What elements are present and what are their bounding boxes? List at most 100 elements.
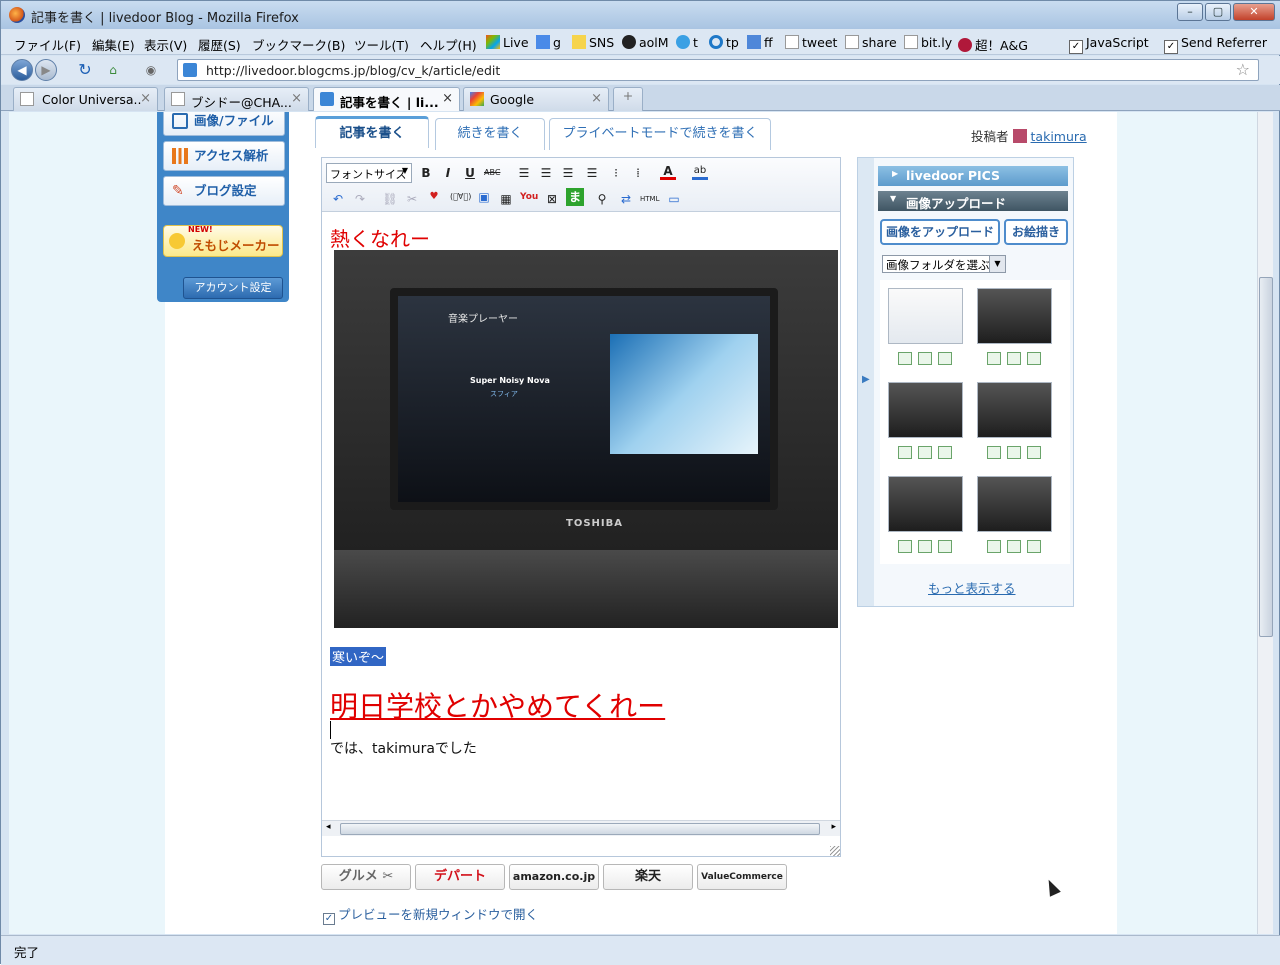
sidebar-item-settings[interactable]: ✎ ブログ設定 <box>163 176 285 206</box>
new-tab-button[interactable]: + <box>613 87 643 111</box>
bold-button[interactable]: B <box>418 164 434 182</box>
valuecommerce-button[interactable]: ValueCommerce <box>697 864 787 890</box>
search-icon[interactable]: ⚲ <box>594 190 610 208</box>
scroll-thumb[interactable] <box>340 823 820 835</box>
bookmark-tp[interactable]: tp <box>709 35 739 50</box>
menu-view[interactable]: 表示(V) <box>144 35 187 54</box>
back-button[interactable]: ◀ <box>11 59 33 81</box>
bookmark-sns[interactable]: SNS <box>572 35 614 50</box>
page-scrollbar[interactable] <box>1257 112 1273 934</box>
bookmark-ag[interactable]: 超！A&G <box>958 35 1028 54</box>
html-icon[interactable]: HTML <box>640 190 659 208</box>
insert-icon[interactable] <box>987 352 1001 365</box>
thumbnail-image[interactable] <box>977 476 1052 532</box>
draw-button[interactable]: お絵描き <box>1004 219 1068 245</box>
account-settings-button[interactable]: アカウント設定 <box>183 277 283 299</box>
menu-file[interactable]: ファイル(F) <box>14 35 81 54</box>
thumbnail-image[interactable] <box>888 476 963 532</box>
maximize-button[interactable]: ▢ <box>1205 3 1231 21</box>
tab-color-universal[interactable]: Color Universa... × <box>13 87 158 111</box>
replace-icon[interactable]: ⇄ <box>618 190 634 208</box>
tab-article-edit[interactable]: 記事を書く | li... × <box>313 87 460 111</box>
scroll-right-icon[interactable]: ▸ <box>831 822 836 832</box>
editor-body[interactable]: 熱くなれー 音楽プレーヤー Super Noisy Nova スフィア TOSH… <box>322 213 840 823</box>
bookmark-share[interactable]: share <box>845 35 897 50</box>
close-icon[interactable]: × <box>591 91 602 106</box>
reload-icon[interactable]: ↻ <box>77 61 93 79</box>
javascript-toggle[interactable]: ✓ JavaScript <box>1069 35 1149 54</box>
bookmark-aolm[interactable]: aolM <box>622 35 669 50</box>
insert-icon[interactable] <box>1027 540 1041 553</box>
preview-icon[interactable]: ▭ <box>666 190 682 208</box>
menu-history[interactable]: 履歴(S) <box>198 35 241 54</box>
panel-collapse-strip[interactable]: ▶ <box>858 158 874 606</box>
image-folder-select[interactable]: 画像フォルダを選ぶ ▼ <box>882 255 1006 273</box>
livedoor-pics-header[interactable]: ▶ livedoor PICS <box>878 166 1068 186</box>
bookmark-ff[interactable]: ff <box>747 35 773 50</box>
tab-write-continuation[interactable]: 続きを書く <box>435 118 545 150</box>
insert-icon[interactable] <box>1027 446 1041 459</box>
forward-button[interactable]: ▶ <box>35 59 57 81</box>
bookmark-tweet[interactable]: tweet <box>785 35 837 50</box>
pics-icon[interactable]: ▣ <box>476 188 492 206</box>
tab-write-article[interactable]: 記事を書く <box>315 116 429 148</box>
thumbnail-image[interactable] <box>977 288 1052 344</box>
url-bar[interactable]: http://livedoor.blogcms.jp/blog/cv_k/art… <box>177 59 1259 81</box>
upload-header[interactable]: ▼ 画像アップロード <box>878 191 1068 211</box>
insert-icon[interactable] <box>1007 540 1021 553</box>
thumbnail-image[interactable] <box>977 382 1052 438</box>
page-scroll-thumb[interactable] <box>1259 277 1273 637</box>
highlight-icon[interactable]: ab <box>692 162 708 180</box>
close-icon[interactable]: × <box>140 91 151 106</box>
close-icon[interactable]: × <box>291 91 302 106</box>
insert-icon[interactable] <box>938 540 952 553</box>
justify-icon[interactable]: ☰ <box>584 164 600 182</box>
align-left-icon[interactable]: ☰ <box>516 164 532 182</box>
author-link[interactable]: takimura <box>1031 129 1087 144</box>
number-list-icon[interactable]: ⁞ <box>630 164 646 182</box>
insert-icon[interactable] <box>918 352 932 365</box>
text-color-icon[interactable]: A <box>660 162 676 180</box>
bookmark-g[interactable]: g <box>536 35 561 50</box>
show-more-link[interactable]: もっと表示する <box>928 578 1016 597</box>
link-icon[interactable]: ⛓ <box>382 190 398 208</box>
insert-icon[interactable] <box>1007 352 1021 365</box>
sidebar-item-analytics[interactable]: アクセス解析 <box>163 141 285 171</box>
thumbnail-image[interactable] <box>888 288 963 344</box>
checkbox-icon[interactable]: ✓ <box>323 913 335 925</box>
expand-arrow-icon[interactable]: ▶ <box>862 374 870 385</box>
embed-icon[interactable]: ⊠ <box>544 190 560 208</box>
menu-help[interactable]: ヘルプ(H) <box>420 35 477 54</box>
close-icon[interactable]: × <box>442 91 453 106</box>
amazon-button[interactable]: amazon.co.jp <box>509 864 599 890</box>
bullet-list-icon[interactable]: ⁝ <box>608 164 624 182</box>
insert-icon[interactable] <box>987 446 1001 459</box>
menu-tools[interactable]: ツール(T) <box>354 35 409 54</box>
face-icon[interactable]: (ﾟ∀ﾟ) <box>450 188 471 206</box>
insert-icon[interactable] <box>898 446 912 459</box>
insert-icon[interactable] <box>938 446 952 459</box>
minimize-button[interactable]: – <box>1177 3 1203 21</box>
youtube-icon[interactable]: You <box>520 188 538 206</box>
resize-handle[interactable] <box>830 846 840 856</box>
menu-bookmarks[interactable]: ブックマーク(B) <box>252 35 345 54</box>
url-text[interactable]: http://livedoor.blogcms.jp/blog/cv_k/art… <box>206 63 500 78</box>
bookmark-bitly[interactable]: bit.ly <box>904 35 952 50</box>
insert-icon[interactable] <box>987 540 1001 553</box>
italic-button[interactable]: I <box>440 164 456 182</box>
rakuten-button[interactable]: 楽天 <box>603 864 693 890</box>
font-size-select[interactable]: フォントサイズ ▼ <box>326 163 412 183</box>
insert-icon[interactable] <box>918 446 932 459</box>
star-icon[interactable]: ☆ <box>1236 60 1250 79</box>
insert-icon[interactable] <box>898 352 912 365</box>
emoji-icon[interactable]: ♥ <box>426 188 442 206</box>
unlink-icon[interactable]: ✂ <box>404 190 420 208</box>
send-referrer-toggle[interactable]: ✓ Send Referrer <box>1164 35 1267 54</box>
tab-google[interactable]: Google × <box>463 87 609 111</box>
scroll-left-icon[interactable]: ◂ <box>326 822 331 832</box>
insert-icon[interactable] <box>1027 352 1041 365</box>
bookmark-t[interactable]: t <box>676 35 698 50</box>
align-center-icon[interactable]: ☰ <box>538 164 554 182</box>
sidebar-item-images[interactable]: 画像/ファイル <box>163 112 285 136</box>
home-icon[interactable]: ⌂ <box>105 61 121 79</box>
